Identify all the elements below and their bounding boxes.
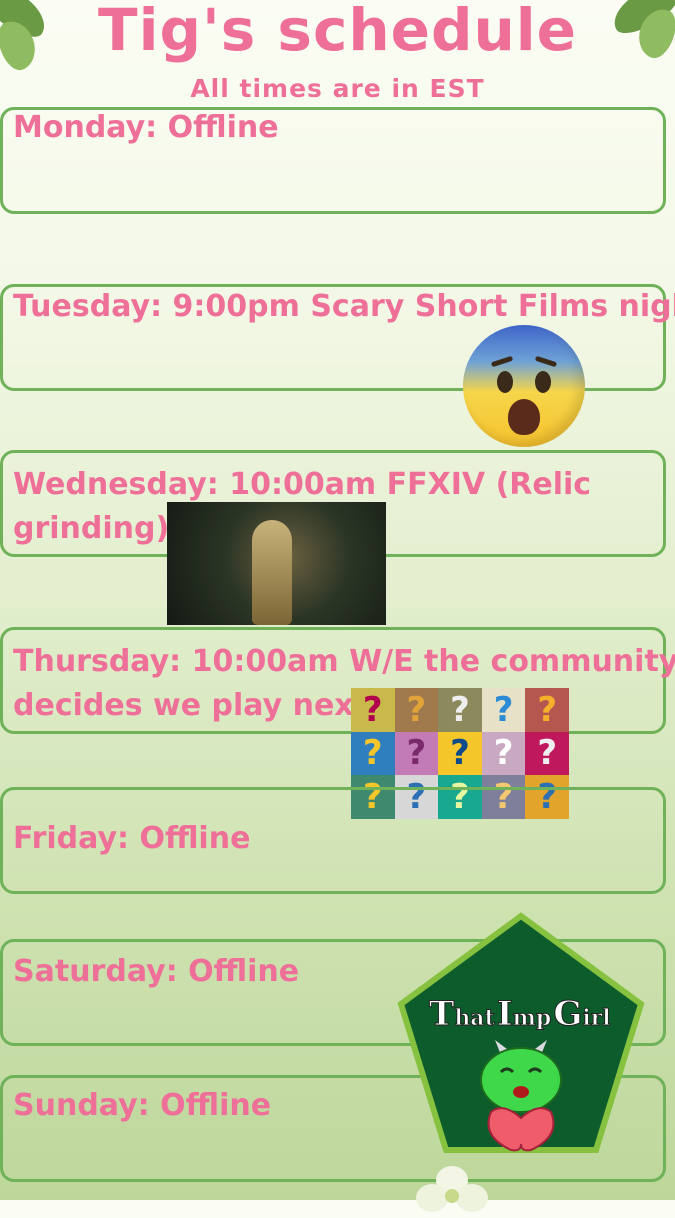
ffxiv-screenshot: [167, 502, 386, 625]
sunday-text: Sunday: Offline: [13, 1088, 272, 1123]
flower-decoration: [416, 1166, 488, 1212]
question-tile: ?: [351, 688, 395, 732]
thursday-text-line2: decides we play next!: [13, 688, 382, 723]
question-tile: ?: [394, 688, 439, 732]
question-tile: ?: [481, 731, 526, 776]
question-tile: ?: [438, 731, 482, 776]
thursday-text-line1: Thursday: 10:00am W/E the community: [13, 644, 675, 679]
logo-text-that-initial: T: [429, 994, 454, 1034]
saturday-text: Saturday: Offline: [13, 954, 300, 989]
monday-text: Monday: Offline: [13, 110, 279, 145]
tuesday-text: Tuesday: 9:00pm Scary Short Films night: [13, 289, 675, 324]
question-tile: ?: [351, 731, 395, 776]
question-tile: ?: [525, 688, 569, 732]
page-title: Tig's schedule: [98, 0, 577, 64]
question-tile: ?: [438, 688, 482, 732]
anxious-face-emoji: [463, 325, 585, 447]
friday-text: Friday: Offline: [13, 821, 251, 856]
wednesday-text-line2: grinding): [13, 511, 170, 546]
question-tile: ?: [394, 731, 439, 776]
question-tile: ?: [525, 731, 569, 776]
thatimpgirl-logo: ThatImpGirl: [397, 912, 645, 1153]
wednesday-text-line1: Wednesday: 10:00am FFXIV (Relic: [13, 467, 592, 502]
page-subtitle: All times are in EST: [190, 74, 485, 103]
question-tile: ?: [481, 688, 526, 732]
